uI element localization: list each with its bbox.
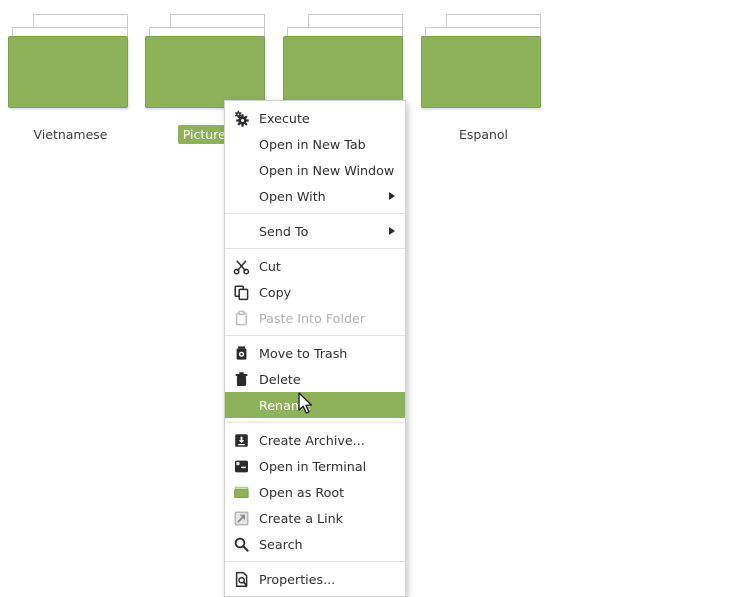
icon-placeholder: [233, 162, 250, 179]
delete-bin-icon: [233, 371, 250, 388]
menu-item-label: Paste Into Folder: [259, 310, 366, 326]
folder-body: [421, 36, 541, 108]
menu-item-create-a-link[interactable]: Create a Link: [225, 505, 405, 531]
menu-item-delete[interactable]: Delete: [225, 366, 405, 392]
menu-item-label: Copy: [259, 284, 292, 300]
desktop-item-label[interactable]: Vietnamese: [29, 125, 113, 144]
folder-tab: [446, 14, 541, 28]
green-folder-icon: [233, 484, 250, 501]
menu-item-paste-into-folder: Paste Into Folder: [225, 305, 405, 331]
gear-icon: [233, 110, 250, 127]
desktop-item-label[interactable]: Espanol: [454, 125, 513, 144]
menu-item-label: Move to Trash: [259, 345, 348, 361]
menu-separator: [225, 561, 405, 562]
menu-item-label: Open in Terminal: [259, 458, 367, 474]
menu-item-label: Delete: [259, 371, 301, 387]
menu-item-label: Execute: [259, 110, 310, 126]
menu-item-copy[interactable]: Copy: [225, 279, 405, 305]
folder-icon[interactable]: [8, 14, 133, 117]
context-menu[interactable]: Execute Open in New Tab Open in New Window…: [224, 100, 406, 597]
copy-icon: [233, 284, 250, 301]
icon-placeholder: [233, 397, 250, 414]
menu-item-search[interactable]: Search: [225, 531, 405, 557]
folder-tab: [170, 14, 265, 28]
menu-item-properties[interactable]: Properties...: [225, 566, 405, 592]
document-icon: [233, 571, 250, 588]
menu-separator: [225, 422, 405, 423]
menu-item-open-as-root[interactable]: Open as Root: [225, 479, 405, 505]
folder-body: [145, 36, 265, 108]
submenu-arrow-icon: [389, 192, 395, 200]
menu-item-create-archive[interactable]: Create Archive...: [225, 427, 405, 453]
desktop-item-vietnamese[interactable]: Vietnamese: [2, 14, 139, 144]
menu-item-label: Open in New Window: [259, 162, 395, 178]
icon-placeholder: [233, 223, 250, 240]
menu-item-send-to[interactable]: Send To: [225, 218, 405, 244]
folder-body: [8, 36, 128, 108]
menu-item-label: Properties...: [259, 571, 336, 587]
menu-item-label: Rename: [259, 397, 312, 413]
menu-item-move-to-trash[interactable]: Move to Trash: [225, 340, 405, 366]
menu-item-label: Cut: [259, 258, 281, 274]
clipboard-icon: [233, 310, 250, 327]
desktop-item-espanol[interactable]: Espanol: [415, 14, 552, 144]
menu-item-label: Open With: [259, 188, 326, 204]
menu-separator: [225, 248, 405, 249]
icon-placeholder: [233, 188, 250, 205]
folder-icon[interactable]: [421, 14, 546, 117]
folder-tab: [308, 14, 403, 28]
menu-item-open-in-new-window[interactable]: Open in New Window: [225, 157, 405, 183]
trash-can-icon: [233, 345, 250, 362]
menu-item-label: Open as Root: [259, 484, 345, 500]
menu-item-rename[interactable]: Rename: [225, 392, 405, 418]
menu-item-label: Create a Link: [259, 510, 343, 526]
search-icon: [233, 536, 250, 553]
menu-separator: [225, 213, 405, 214]
menu-item-open-in-new-tab[interactable]: Open in New Tab: [225, 131, 405, 157]
scissors-icon: [233, 258, 250, 275]
folder-body: [283, 36, 403, 108]
menu-item-open-with[interactable]: Open With: [225, 183, 405, 209]
icon-placeholder: [233, 136, 250, 153]
menu-item-label: Search: [259, 536, 303, 552]
menu-item-cut[interactable]: Cut: [225, 253, 405, 279]
menu-item-execute[interactable]: Execute: [225, 105, 405, 131]
folder-tab: [33, 14, 128, 28]
terminal-icon: [233, 458, 250, 475]
link-arrow-icon: [233, 510, 250, 527]
menu-item-open-in-terminal[interactable]: Open in Terminal: [225, 453, 405, 479]
submenu-arrow-icon: [389, 227, 395, 235]
menu-item-label: Open in New Tab: [259, 136, 366, 152]
archive-icon: [233, 432, 250, 449]
menu-item-label: Send To: [259, 223, 309, 239]
menu-item-label: Create Archive...: [259, 432, 365, 448]
menu-separator: [225, 335, 405, 336]
